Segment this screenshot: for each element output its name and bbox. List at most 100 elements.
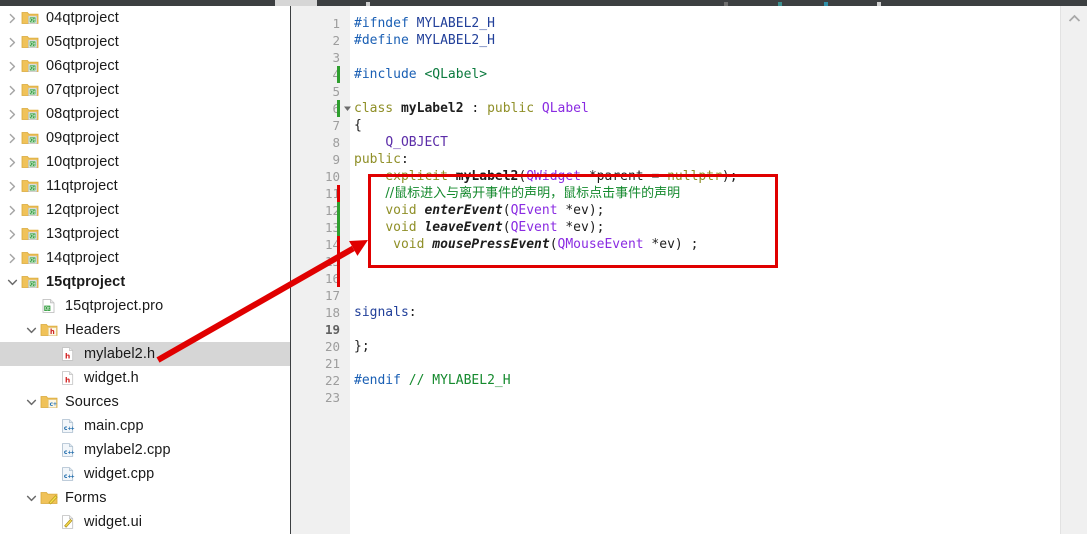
code-token: MYLABEL2_H <box>416 16 495 31</box>
tree-twisty-expanded-icon[interactable] <box>23 325 40 336</box>
editor-vertical-scrollbar[interactable] <box>1060 6 1087 534</box>
tree-item-label: 15qtproject <box>46 274 126 290</box>
tree-item-main-cpp[interactable]: c + + main.cpp <box>0 414 290 438</box>
header-file-icon: h <box>59 346 79 362</box>
tree-item-mylabel2-cpp[interactable]: c + + mylabel2.cpp <box>0 438 290 462</box>
tree-item-widget-cpp[interactable]: c + + widget.cpp <box>0 462 290 486</box>
code-token: : <box>400 152 409 167</box>
tree-twisty-collapsed-icon[interactable] <box>4 37 21 48</box>
cpp-file-icon: c + + <box>59 466 79 482</box>
tree-item-label: 15qtproject.pro <box>65 298 164 314</box>
code-line[interactable]: { <box>354 117 362 134</box>
forms-folder-icon <box>40 490 60 506</box>
tree-twisty-collapsed-icon[interactable] <box>4 13 21 24</box>
code-token: : <box>408 305 417 320</box>
svg-text:Qt: Qt <box>30 162 35 168</box>
tree-item-10qtproject[interactable]: Qt 10qtproject <box>0 150 290 174</box>
tree-item-05qtproject[interactable]: Qt 05qtproject <box>0 30 290 54</box>
svg-text:Qt: Qt <box>30 258 35 264</box>
qt-project-folder-icon: Qt <box>21 10 41 26</box>
editor-code-area[interactable]: #ifndef MYLABEL2_H #define MYLABEL2_H #inc… <box>350 6 1061 534</box>
gutter-line-number: 20 <box>324 339 340 354</box>
qt-project-folder-icon: Qt <box>21 58 41 74</box>
gutter-line-number: 15 <box>324 254 340 269</box>
code-line[interactable]: void leaveEvent(QEvent *ev); <box>354 219 605 236</box>
tree-item-forms[interactable]: Forms <box>0 486 290 510</box>
code-token: MYLABEL2_H <box>416 33 495 48</box>
tree-twisty-collapsed-icon[interactable] <box>4 181 21 192</box>
tree-twisty-collapsed-icon[interactable] <box>4 229 21 240</box>
tree-item-09qtproject[interactable]: Qt 09qtproject <box>0 126 290 150</box>
code-line[interactable]: #include <QLabel> <box>354 66 487 83</box>
tree-item-11qtproject[interactable]: Qt 11qtproject <box>0 174 290 198</box>
tree-twisty-expanded-icon[interactable] <box>4 277 21 288</box>
tree-item-13qtproject[interactable]: Qt 13qtproject <box>0 222 290 246</box>
code-token: *parent = <box>581 169 668 184</box>
gutter-line-number: 22 <box>324 373 340 388</box>
tree-item-widget-h[interactable]: h widget.h <box>0 366 290 390</box>
code-line[interactable]: #endif // MYLABEL2_H <box>354 372 511 389</box>
svg-text:Qt: Qt <box>30 90 35 96</box>
qt-pro-file-icon: Qt <box>40 298 60 314</box>
code-line[interactable]: Q_OBJECT <box>354 134 448 151</box>
editor-panel[interactable]: 1234567891011121314151617181920212223 #i… <box>291 6 1061 534</box>
code-line[interactable]: #ifndef MYLABEL2_H <box>354 15 495 32</box>
code-line[interactable]: signals: <box>354 304 417 321</box>
qt-project-folder-icon: Qt <box>21 106 41 122</box>
tree-item-06qtproject[interactable]: Qt 06qtproject <box>0 54 290 78</box>
svg-text:Qt: Qt <box>30 66 35 72</box>
tree-item-08qtproject[interactable]: Qt 08qtproject <box>0 102 290 126</box>
svg-text:Qt: Qt <box>30 210 35 216</box>
tree-twisty-collapsed-icon[interactable] <box>4 85 21 96</box>
code-token: #endif <box>354 373 409 388</box>
chevron-up-icon[interactable] <box>1061 8 1087 28</box>
tree-twisty-collapsed-icon[interactable] <box>4 109 21 120</box>
ui-file-icon <box>59 514 79 530</box>
tree-item-sources[interactable]: c + Sources <box>0 390 290 414</box>
code-token: ( <box>549 237 558 252</box>
code-line[interactable]: void mousePressEvent(QMouseEvent *ev) ; <box>354 236 698 253</box>
code-line[interactable]: class myLabel2 : public QLabel <box>354 100 589 117</box>
qt-project-folder-icon: Qt <box>21 202 41 218</box>
tree-item-07qtproject[interactable]: Qt 07qtproject <box>0 78 290 102</box>
tree-twisty-collapsed-icon[interactable] <box>4 157 21 168</box>
tree-item-label: 05qtproject <box>46 34 119 50</box>
tree-twisty-expanded-icon[interactable] <box>23 397 40 408</box>
code-token: QWidget <box>526 169 582 184</box>
tree-twisty-collapsed-icon[interactable] <box>4 61 21 72</box>
change-marker-added <box>337 66 340 83</box>
tree-item-15qtproject-pro[interactable]: Qt 15qtproject.pro <box>0 294 290 318</box>
gutter-line-number: 16 <box>324 271 340 286</box>
qt-project-folder-icon: Qt <box>21 82 41 98</box>
project-tree-panel[interactable]: Qt 04qtproject Qt 05qtproject Qt 06qtproject Q… <box>0 6 290 534</box>
code-token: QEvent <box>510 203 558 218</box>
tree-twisty-collapsed-icon[interactable] <box>4 205 21 216</box>
code-line[interactable]: //鼠标进入与离开事件的声明，鼠标点击事件的声明 <box>354 185 680 202</box>
tree-item-label: Sources <box>65 394 119 410</box>
tree-item-headers[interactable]: h Headers <box>0 318 290 342</box>
code-line[interactable]: void enterEvent(QEvent *ev); <box>354 202 604 219</box>
code-line[interactable]: #define MYLABEL2_H <box>354 32 495 49</box>
tree-item-04qtproject[interactable]: Qt 04qtproject <box>0 6 290 30</box>
code-line[interactable]: public: <box>354 151 409 168</box>
tree-twisty-collapsed-icon[interactable] <box>4 133 21 144</box>
tree-twisty-collapsed-icon[interactable] <box>4 253 21 264</box>
tree-item-label: 08qtproject <box>46 106 119 122</box>
tree-item-12qtproject[interactable]: Qt 12qtproject <box>0 198 290 222</box>
code-token: void <box>385 203 425 218</box>
code-token: *ev); <box>557 220 605 235</box>
tree-twisty-expanded-icon[interactable] <box>23 493 40 504</box>
qt-project-folder-icon: Qt <box>21 130 41 146</box>
tree-item-15qtproject[interactable]: Qt 15qtproject <box>0 270 290 294</box>
qt-project-folder-icon: Qt <box>21 250 41 266</box>
tree-item-14qtproject[interactable]: Qt 14qtproject <box>0 246 290 270</box>
tree-item-mylabel2-h[interactable]: h mylabel2.h <box>0 342 290 366</box>
qt-project-folder-icon: Qt <box>21 226 41 242</box>
tree-item-widget-ui[interactable]: widget.ui <box>0 510 290 534</box>
gutter-line-number: 9 <box>332 152 340 167</box>
code-line[interactable]: }; <box>354 338 370 355</box>
code-line[interactable]: explicit myLabel2(QWidget *parent = null… <box>354 168 737 185</box>
